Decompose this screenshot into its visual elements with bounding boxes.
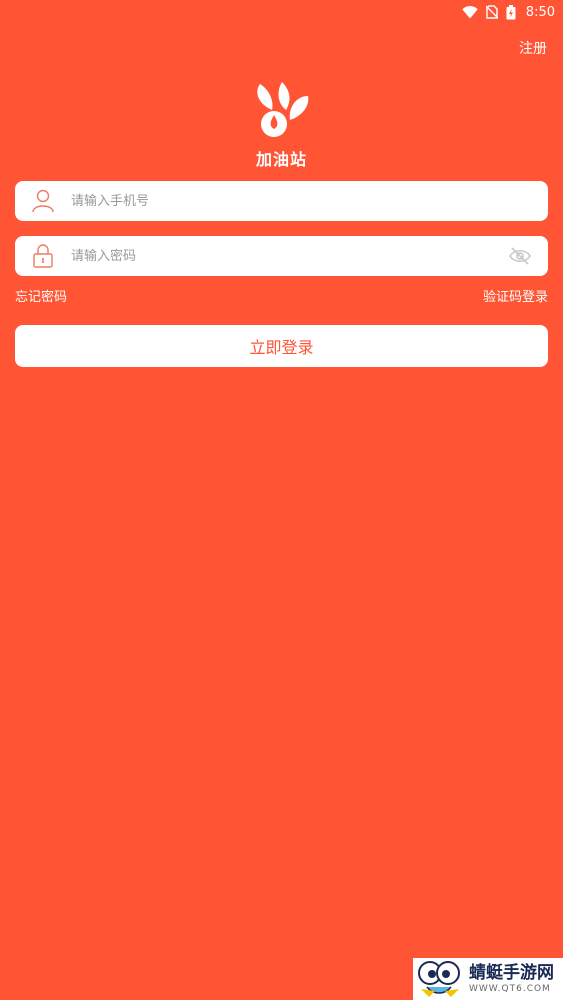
logo-petals-icon [256, 82, 308, 137]
password-field[interactable] [15, 236, 548, 276]
user-icon [15, 189, 71, 213]
dragonfly-mascot-icon [418, 961, 460, 997]
links-row: 忘记密码 验证码登录 [15, 286, 548, 305]
register-link[interactable]: 注册 [519, 38, 547, 58]
battery-icon [506, 4, 516, 20]
logo-text: 加油站 [255, 150, 307, 169]
phone-field[interactable] [15, 181, 548, 221]
eye-off-icon[interactable] [492, 247, 548, 265]
watermark-title: 蜻蜓手游网 [469, 963, 554, 983]
code-login-link[interactable]: 验证码登录 [483, 286, 548, 305]
forgot-password-link[interactable]: 忘记密码 [15, 286, 67, 305]
login-button[interactable]: 立即登录 [15, 325, 548, 367]
wifi-icon [462, 5, 478, 19]
phone-input[interactable] [71, 181, 548, 221]
app-logo: 加油站 [247, 82, 317, 172]
lock-icon [15, 244, 71, 268]
no-sim-icon [485, 5, 498, 19]
status-bar: 8:50 [0, 0, 563, 24]
watermark-url: WWW.QT6.COM [469, 984, 551, 994]
watermark: 蜻蜓手游网 WWW.QT6.COM [413, 958, 563, 1000]
password-input[interactable] [71, 236, 492, 276]
status-time: 8:50 [525, 4, 555, 20]
